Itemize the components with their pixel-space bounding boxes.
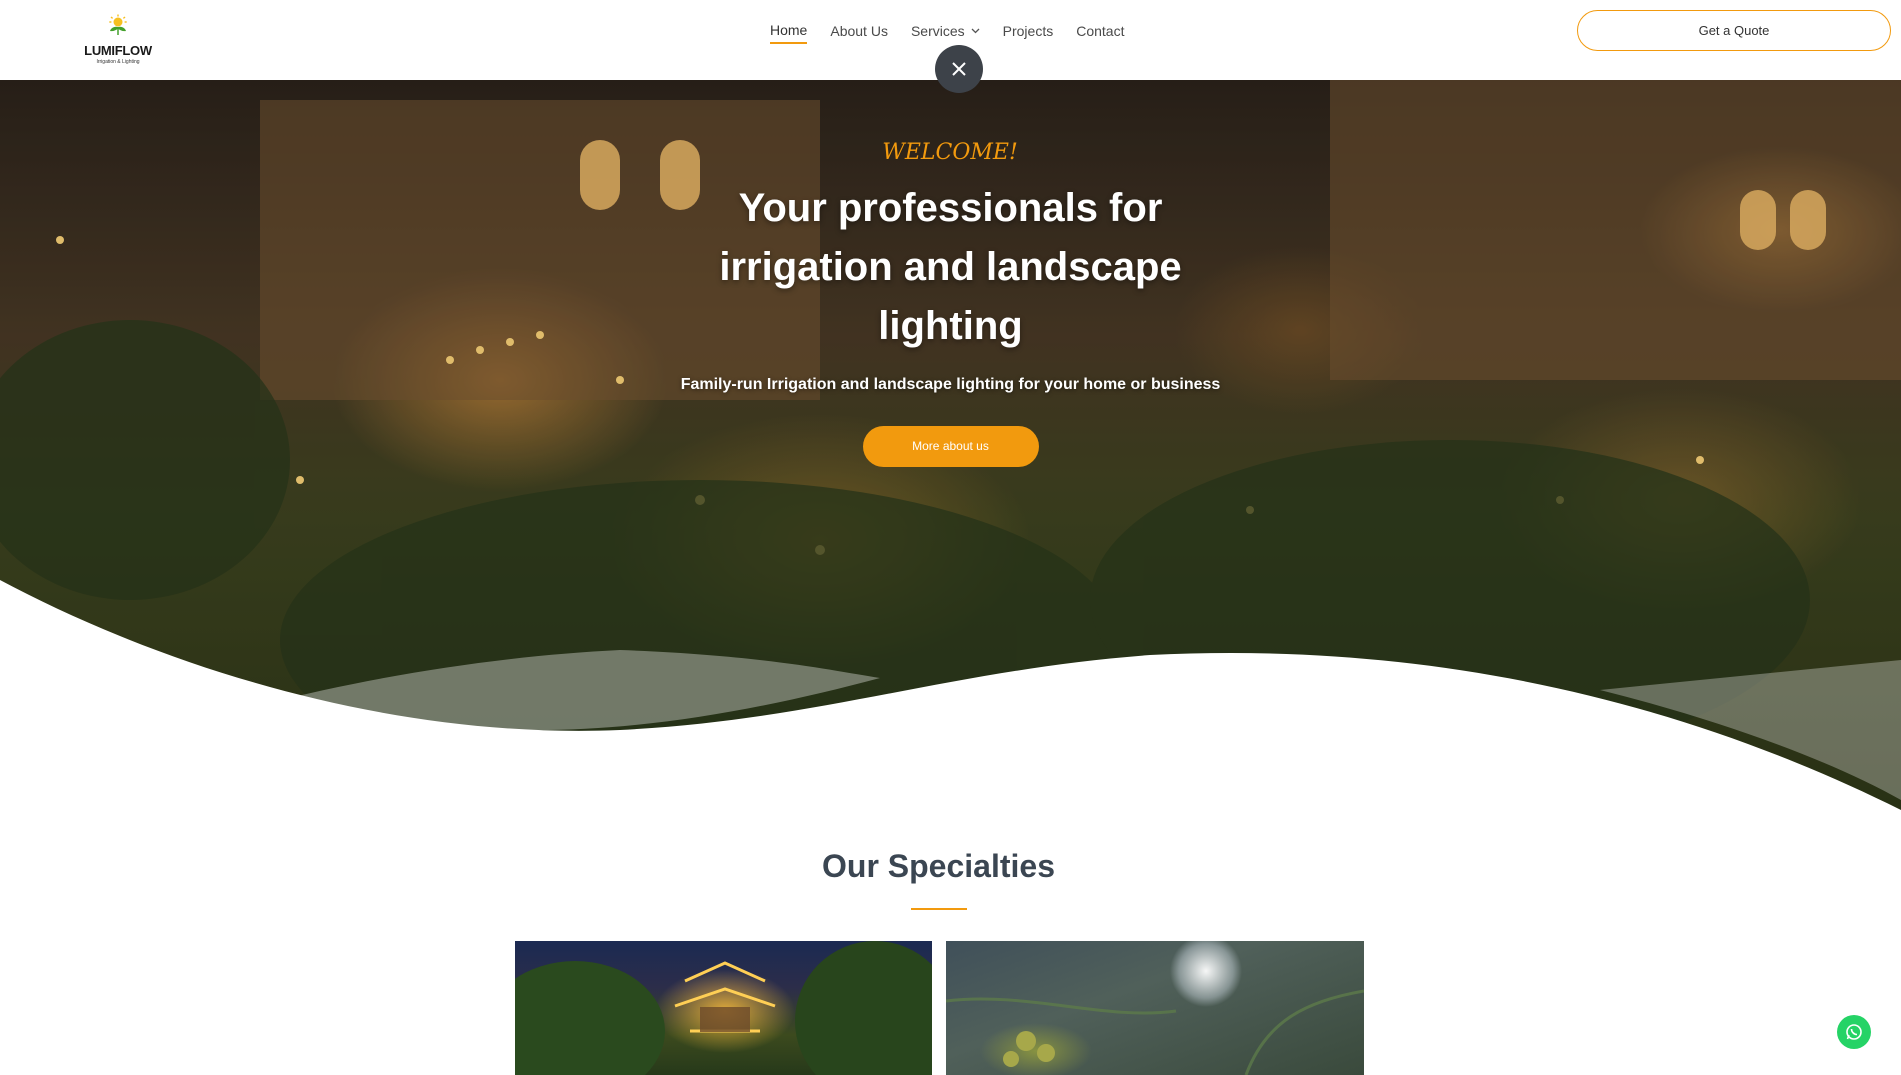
garden-light-image — [946, 989, 1364, 1075]
hero-content: WELCOME! Your professionals for irrigati… — [0, 140, 1901, 467]
nav-home[interactable]: Home — [770, 22, 808, 44]
nav-services-label: Services — [910, 23, 965, 39]
logo[interactable]: LUMIFLOW Irrigation & Lighting — [82, 12, 154, 68]
nav-about-us[interactable]: About Us — [830, 22, 888, 44]
nav-projects[interactable]: Projects — [1003, 22, 1054, 44]
specialty-card-lighting-image[interactable] — [515, 941, 932, 1075]
more-about-us-button[interactable]: More about us — [862, 426, 1039, 467]
sun-flower-logo-icon — [109, 14, 127, 35]
hero-tagline: Family-run Irrigation and landscape ligh… — [680, 376, 1221, 393]
title-underline — [911, 908, 967, 910]
close-icon — [952, 62, 966, 76]
logo-tagline: Irrigation & Lighting — [96, 59, 140, 65]
nav-services[interactable]: Services — [911, 22, 980, 44]
hero-wave-divider — [0, 580, 1901, 820]
specialties-title: Our Specialties — [822, 848, 1055, 884]
close-button[interactable] — [935, 45, 983, 93]
chevron-down-icon — [971, 28, 980, 34]
whatsapp-icon — [1846, 1024, 1862, 1040]
get-a-quote-button[interactable]: Get a Quote — [1577, 10, 1891, 51]
pagoda-lighting-image — [515, 941, 932, 1075]
logo-wordmark: LUMIFLOW — [84, 43, 152, 58]
hero-headline: Your professionals for irrigation and la… — [719, 186, 1182, 348]
nav-contact[interactable]: Contact — [1076, 22, 1124, 44]
whatsapp-button[interactable] — [1837, 1015, 1871, 1049]
welcome-label: WELCOME! — [882, 140, 1018, 165]
specialty-card-irrigation-image[interactable] — [946, 941, 1364, 1075]
main-nav: Home About Us Services Projects Contact — [770, 22, 1124, 44]
